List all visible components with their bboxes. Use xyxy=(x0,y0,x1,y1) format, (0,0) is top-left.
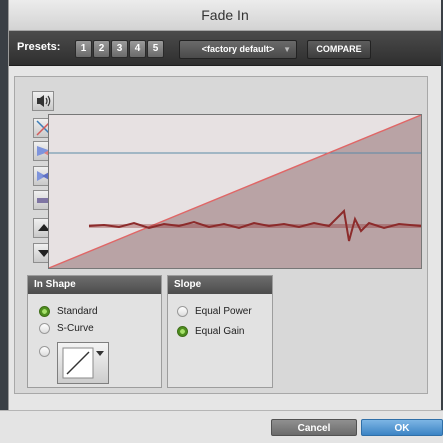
equal-power-radio[interactable] xyxy=(177,306,188,317)
preset-2-button[interactable]: 2 xyxy=(93,40,110,58)
ok-button[interactable]: OK xyxy=(361,419,443,436)
equal-gain-label: Equal Gain xyxy=(195,326,245,337)
preset-5-button[interactable]: 5 xyxy=(147,40,164,58)
preset-4-button[interactable]: 4 xyxy=(129,40,146,58)
s-curve-radio[interactable] xyxy=(39,323,50,334)
shape-selector-button[interactable] xyxy=(57,342,109,384)
compare-button[interactable]: COMPARE xyxy=(307,40,371,59)
preset-1-button[interactable]: 1 xyxy=(75,40,92,58)
in-shape-title: In Shape xyxy=(28,276,161,294)
presets-label: Presets: xyxy=(17,41,61,53)
fade-curve-graph[interactable] xyxy=(48,114,422,269)
equal-power-label: Equal Power xyxy=(195,306,252,317)
cancel-button[interactable]: Cancel xyxy=(271,419,357,436)
speaker-icon[interactable] xyxy=(32,91,54,111)
preset-dropdown-value: <factory default> xyxy=(201,44,275,54)
custom-shape-radio[interactable] xyxy=(39,346,50,357)
slope-title: Slope xyxy=(168,276,272,294)
standard-radio[interactable] xyxy=(39,306,50,317)
preset-3-button[interactable]: 3 xyxy=(111,40,128,58)
equal-gain-radio[interactable] xyxy=(177,326,188,337)
preset-bar: Presets: 1 2 3 4 5 <factory default> ▼ C… xyxy=(9,31,441,66)
dialog-footer: Cancel OK xyxy=(0,410,443,443)
preset-dropdown[interactable]: <factory default> ▼ xyxy=(179,40,297,59)
standard-label: Standard xyxy=(57,306,98,317)
chevron-down-icon: ▼ xyxy=(283,45,291,54)
s-curve-label: S-Curve xyxy=(57,323,94,334)
window-title: Fade In xyxy=(9,0,441,31)
